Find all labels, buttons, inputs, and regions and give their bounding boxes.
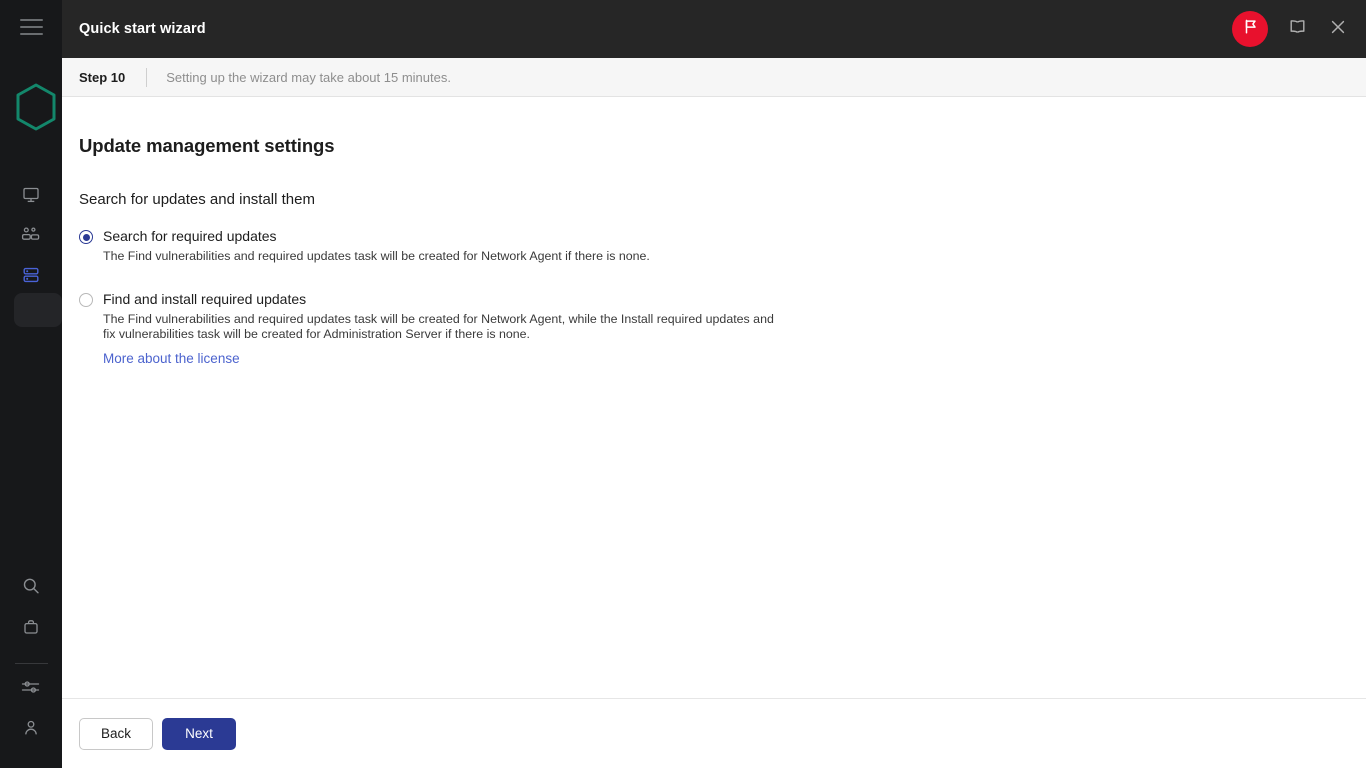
- radio-option-find-and-install-required-updates[interactable]: Find and install required updates: [79, 290, 1349, 309]
- radio-option-description: The Find vulnerabilities and required up…: [103, 311, 774, 342]
- radio-option-description: The Find vulnerabilities and required up…: [103, 249, 650, 263]
- user-icon: [21, 718, 41, 738]
- manual-button[interactable]: [1285, 17, 1309, 41]
- step-note: Setting up the wizard may take about 15 …: [166, 69, 451, 85]
- wizard-header: Quick start wizard: [62, 0, 1366, 58]
- back-button[interactable]: Back: [79, 717, 153, 750]
- kaspersky-hexagon-logo: [14, 82, 58, 132]
- hamburger-menu-icon[interactable]: [20, 19, 43, 37]
- sidebar-item-search[interactable]: [14, 569, 48, 603]
- hamburger-bar: [20, 26, 43, 28]
- section-title: Search for updates and install them: [79, 191, 315, 208]
- quick-start-wizard-panel: Quick start wizard Step 10 Setting up th…: [62, 0, 1366, 768]
- radio-button-unselected[interactable]: [79, 292, 93, 307]
- option-group-search-for-updates: Search for required updates The Find vul…: [79, 227, 1349, 265]
- left-navigation-rail: [0, 0, 62, 768]
- step-indicator-bar: Step 10 Setting up the wizard may take a…: [62, 58, 1366, 97]
- wizard-footer: Back Next: [62, 698, 1366, 768]
- close-button[interactable]: [1326, 17, 1350, 41]
- sidebar-selected-highlight: [14, 293, 62, 327]
- page-title: Update management settings: [79, 135, 335, 156]
- sidebar-item-monitoring[interactable]: [14, 178, 48, 212]
- step-separator: [146, 67, 148, 87]
- header-actions: [1232, 11, 1352, 47]
- book-icon: [1288, 17, 1307, 41]
- next-button[interactable]: Next: [162, 717, 236, 750]
- sidebar-item-servers[interactable]: [14, 258, 48, 292]
- radio-option-search-for-required-updates[interactable]: Search for required updates: [79, 227, 1349, 246]
- window-title: Quick start wizard: [79, 21, 206, 37]
- servers-icon: [21, 265, 41, 285]
- devices-group-icon: [20, 225, 42, 245]
- close-icon: [1329, 18, 1347, 41]
- sliders-icon: [20, 677, 42, 697]
- option-group-find-and-install: Find and install required updates The Fi…: [79, 290, 1349, 368]
- sidebar-item-operations[interactable]: [14, 610, 48, 644]
- radio-option-label: Search for required updates: [103, 228, 277, 244]
- sidebar-item-account[interactable]: [14, 711, 48, 745]
- flag-badge-button[interactable]: [1232, 11, 1268, 47]
- more-about-license-link[interactable]: More about the license: [103, 351, 240, 366]
- application-window: Quick start wizard Step 10 Setting up th…: [0, 0, 1366, 768]
- step-number-label: Step 10: [79, 69, 126, 85]
- radio-button-selected[interactable]: [79, 230, 93, 244]
- sidebar-divider: [15, 663, 48, 664]
- briefcase-icon: [21, 617, 41, 637]
- sidebar-item-settings[interactable]: [14, 670, 48, 704]
- wizard-body: Update management settings Search for up…: [62, 97, 1366, 738]
- hamburger-bar: [20, 19, 43, 21]
- search-icon: [21, 576, 41, 596]
- flag-icon: [1242, 18, 1259, 40]
- hamburger-bar: [20, 33, 43, 35]
- sidebar-item-devices[interactable]: [14, 218, 48, 252]
- radio-option-label: Find and install required updates: [103, 290, 307, 307]
- update-mode-radio-group: Search for required updates The Find vul…: [79, 227, 1349, 368]
- monitor-icon: [21, 185, 41, 205]
